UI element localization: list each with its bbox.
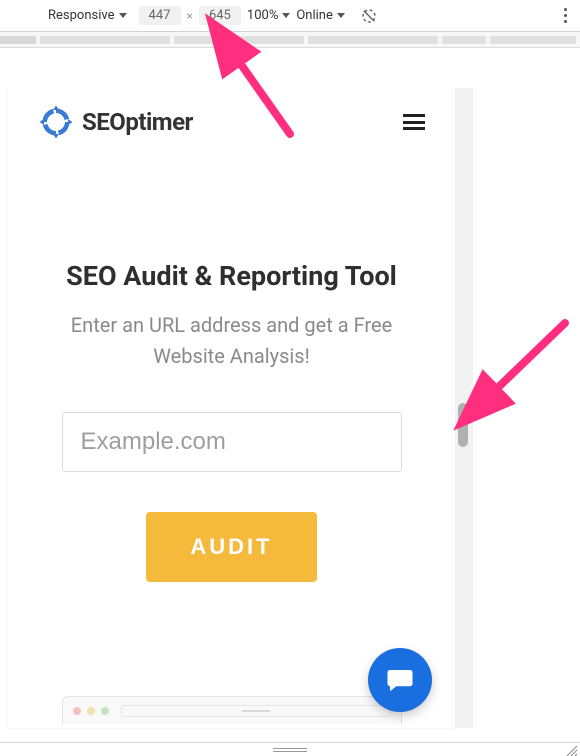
- site-header: SEOptimer: [8, 88, 455, 150]
- audit-button[interactable]: AUDIT: [146, 512, 316, 582]
- annotation-arrow-right: [470, 308, 580, 428]
- height-input[interactable]: 645: [199, 6, 241, 25]
- chevron-down-icon: [119, 13, 127, 18]
- chevron-down-icon: [282, 13, 290, 18]
- site-root: SEOptimer SEO Audit & Reporting Tool Ent…: [8, 88, 455, 728]
- window-dot-yellow: [87, 707, 95, 715]
- url-input[interactable]: [62, 412, 402, 472]
- chat-bubble-icon[interactable]: [368, 648, 432, 712]
- more-menu-icon[interactable]: [558, 8, 572, 23]
- mock-address-bar: [121, 705, 391, 717]
- dimension-separator: ×: [187, 9, 193, 23]
- hero-title: SEO Audit & Reporting Tool: [28, 260, 435, 292]
- corner-resize-icon[interactable]: [564, 742, 578, 756]
- hero-section: SEO Audit & Reporting Tool Enter an URL …: [8, 150, 455, 582]
- hero-subtitle: Enter an URL address and get a Free Webs…: [28, 310, 435, 372]
- chevron-down-icon: [337, 13, 345, 18]
- throttle-label: Online: [296, 8, 333, 23]
- rotate-icon[interactable]: [361, 8, 377, 24]
- hamburger-menu-icon[interactable]: [403, 114, 425, 130]
- dimensions: 447 × 645: [139, 6, 241, 25]
- brand-name: SEOptimer: [82, 108, 193, 136]
- width-input[interactable]: 447: [139, 6, 181, 25]
- throttle-select[interactable]: Online: [296, 8, 345, 23]
- device-workspace: SEOptimer SEO Audit & Reporting Tool Ent…: [0, 48, 580, 742]
- gear-arrows-icon: [38, 104, 74, 140]
- window-dot-green: [101, 707, 109, 715]
- window-dot-red: [73, 707, 81, 715]
- zoom-label: 100%: [247, 8, 278, 23]
- ruler: [0, 32, 580, 48]
- devtools-toolbar: Responsive 447 × 645 100% Online: [0, 0, 580, 32]
- device-select-label: Responsive: [48, 8, 115, 23]
- device-select[interactable]: Responsive: [48, 8, 127, 23]
- drag-handle-icon: [273, 748, 307, 752]
- brand-logo[interactable]: SEOptimer: [38, 104, 193, 140]
- panel-resize-bar[interactable]: [0, 742, 580, 756]
- device-viewport: SEOptimer SEO Audit & Reporting Tool Ent…: [8, 88, 455, 728]
- zoom-select[interactable]: 100%: [247, 8, 290, 23]
- browser-mockup: [62, 696, 402, 724]
- device-scrollbar-thumb[interactable]: [458, 403, 468, 447]
